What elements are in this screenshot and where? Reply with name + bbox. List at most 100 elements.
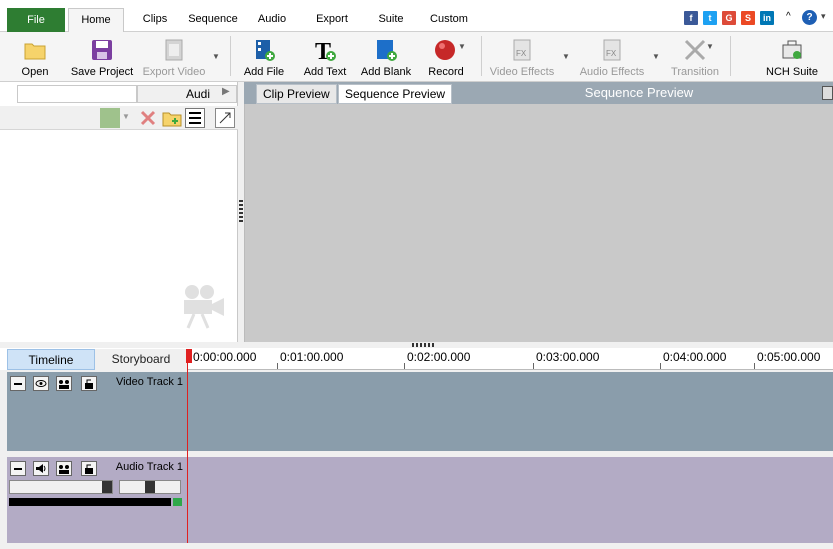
ruler-tick	[277, 363, 278, 369]
help-dropdown-icon[interactable]: ▾	[821, 11, 826, 22]
tab-audio[interactable]: Audio	[252, 8, 292, 32]
audio-level-meter	[9, 498, 171, 506]
group-icon[interactable]	[56, 461, 72, 476]
volume-slider[interactable]	[9, 480, 113, 494]
ruler-tick	[404, 363, 405, 369]
tab-scroll-right-icon[interactable]: ▶	[222, 86, 230, 97]
playhead-line[interactable]	[187, 350, 188, 543]
transition-dropdown-icon[interactable]: ▼	[706, 42, 714, 51]
audio-effects-button[interactable]: FX Audio Effects	[576, 34, 648, 80]
tab-home[interactable]: Home	[68, 8, 124, 32]
ribbon-toolbar: Open Save Project Export Video ▼ Add Fil…	[0, 32, 833, 82]
new-folder-icon[interactable]	[162, 108, 182, 128]
ruler-label: 0:03:00.000	[536, 350, 600, 364]
stumbleupon-icon[interactable]: S	[741, 11, 755, 25]
add-text-button[interactable]: T Add Text	[298, 34, 352, 80]
tab-clips[interactable]: Clips	[136, 8, 174, 32]
tab-sequence[interactable]: Sequence	[184, 8, 242, 32]
lock-icon[interactable]	[81, 461, 97, 476]
linkedin-icon[interactable]: in	[760, 11, 774, 25]
delete-icon[interactable]	[138, 108, 158, 128]
transition-button[interactable]: Transition	[666, 34, 724, 80]
import-dropdown-icon[interactable]: ▼	[122, 112, 130, 121]
add-text-icon: T	[313, 38, 337, 65]
folder-icon	[23, 38, 47, 62]
tab-custom[interactable]: Custom	[424, 8, 474, 32]
tab-timeline[interactable]: Timeline	[7, 349, 95, 370]
svg-text:FX: FX	[516, 49, 527, 58]
facebook-icon[interactable]: f	[684, 11, 698, 25]
collapse-ribbon-icon[interactable]: ^	[786, 11, 791, 22]
collapse-track-icon[interactable]	[10, 376, 26, 391]
undock-preview-icon[interactable]	[822, 86, 833, 100]
media-bin-toolbar: ▼	[0, 106, 238, 130]
ruler-label: 0:05:00.000	[757, 350, 821, 364]
record-button[interactable]: Record	[422, 34, 470, 80]
splitter-grip	[412, 343, 436, 347]
save-project-label: Save Project	[70, 66, 134, 78]
tab-export[interactable]: Export	[308, 8, 356, 32]
ruler-tick	[754, 363, 755, 369]
list-view-icon[interactable]	[185, 108, 205, 128]
video-track-name: Video Track 1	[115, 376, 183, 388]
ruler-tick	[533, 363, 534, 369]
add-blank-button[interactable]: Add Blank	[358, 34, 414, 80]
tab-sequence-preview[interactable]: Sequence Preview	[338, 84, 453, 104]
audio-level-indicator	[173, 498, 182, 506]
audio-fx-icon: FX	[600, 38, 624, 62]
collapse-track-icon[interactable]	[10, 461, 26, 476]
video-effects-dropdown-icon[interactable]: ▼	[562, 52, 570, 61]
toolbar-divider	[730, 36, 731, 76]
ruler-label: 0:00:00.000	[193, 350, 257, 364]
ruler-label: 0:02:00.000	[407, 350, 471, 364]
audio-track-lane[interactable]	[187, 457, 833, 543]
video-track-lane[interactable]	[187, 372, 833, 451]
add-text-label: Add Text	[303, 66, 347, 78]
ruler-label: 0:04:00.000	[663, 350, 727, 364]
tab-storyboard[interactable]: Storyboard	[95, 349, 187, 370]
tab-suite[interactable]: Suite	[372, 8, 410, 32]
camera-placeholder-icon	[182, 282, 228, 335]
toolbar-divider	[230, 36, 231, 76]
record-dropdown-icon[interactable]: ▼	[458, 42, 466, 51]
lock-icon[interactable]	[81, 376, 97, 391]
export-video-button[interactable]: Export Video	[140, 34, 208, 80]
transition-icon	[683, 38, 707, 62]
open-label: Open	[21, 66, 49, 78]
export-video-label: Export Video	[142, 66, 206, 78]
audio-effects-dropdown-icon[interactable]: ▼	[652, 52, 660, 61]
speaker-icon[interactable]	[33, 461, 49, 476]
eye-icon[interactable]	[33, 376, 49, 391]
ribbon-menu-bar: File Home Clips Sequence Audio Export Su…	[0, 0, 833, 32]
add-file-button[interactable]: Add File	[238, 34, 290, 80]
add-blank-icon	[374, 38, 398, 62]
pan-slider-knob[interactable]	[145, 481, 155, 493]
media-search-input[interactable]	[17, 85, 137, 103]
film-export-icon	[162, 38, 186, 62]
help-icon[interactable]: ?	[802, 10, 817, 25]
timeline-ruler[interactable]: 0:00:00.000 0:01:00.000 0:02:00.000 0:03…	[187, 349, 833, 370]
resize-panel-icon[interactable]	[215, 108, 235, 128]
twitter-icon[interactable]: t	[703, 11, 717, 25]
tab-file[interactable]: File	[7, 8, 65, 32]
add-blank-label: Add Blank	[360, 66, 412, 78]
preview-title: Sequence Preview	[584, 85, 694, 100]
google-plus-icon[interactable]: G	[722, 11, 736, 25]
tab-audio-bin[interactable]: Audi	[186, 87, 210, 101]
import-down-arrow-icon[interactable]	[100, 108, 120, 128]
nch-suite-label: NCH Suite	[766, 66, 818, 78]
ruler-label: 0:01:00.000	[280, 350, 344, 364]
nch-suite-button[interactable]: NCH Suite	[760, 34, 824, 80]
add-file-icon	[252, 38, 276, 62]
save-project-button[interactable]: Save Project	[68, 34, 136, 80]
volume-slider-knob[interactable]	[102, 481, 112, 493]
transition-label: Transition	[671, 66, 719, 78]
audio-track-header: Audio Track 1	[7, 457, 187, 543]
group-icon[interactable]	[56, 376, 72, 391]
open-button[interactable]: Open	[8, 34, 62, 80]
pan-slider[interactable]	[119, 480, 181, 494]
export-dropdown-icon[interactable]: ▼	[212, 52, 220, 61]
tab-clip-preview[interactable]: Clip Preview	[256, 84, 337, 104]
ruler-tick	[660, 363, 661, 369]
video-effects-button[interactable]: FX Video Effects	[486, 34, 558, 80]
